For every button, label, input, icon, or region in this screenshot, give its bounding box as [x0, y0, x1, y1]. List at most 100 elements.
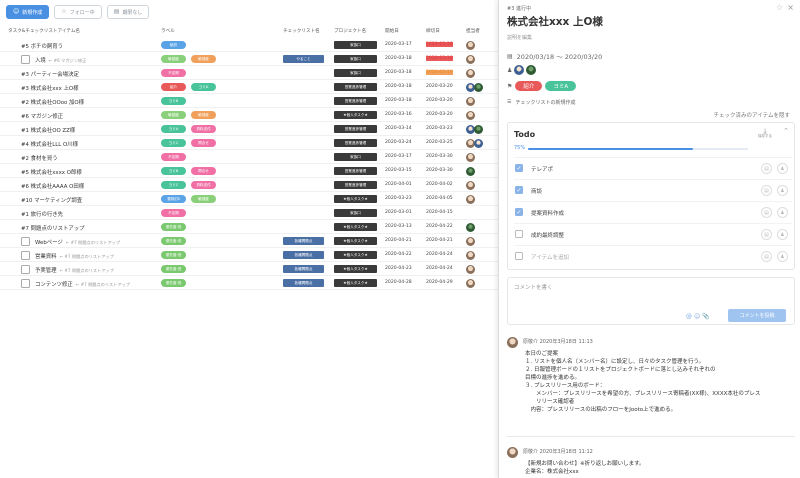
task-name[interactable]: 営業資料 ← #7 問題点のリストアップ: [35, 252, 114, 260]
label-chip[interactable]: ヨミA: [545, 81, 577, 91]
avatar[interactable]: [474, 138, 483, 148]
label-chip[interactable]: 不定期: [161, 153, 186, 161]
label-chip[interactable]: 問合せ: [191, 167, 216, 175]
task-name[interactable]: 入境 ← #6 マガジン修正: [35, 56, 86, 64]
avatar[interactable]: [466, 96, 475, 106]
task-name[interactable]: 予実管理 ← #7 問題点のリストアップ: [35, 266, 114, 274]
hide-checked-link[interactable]: チェック済みのアイテムを隠す: [714, 111, 790, 119]
table-row[interactable]: #5 株式会社xxxx O郎様 ヨミB 問合せ 営業進捗管理 2020-03-15 202…: [0, 164, 498, 178]
new-checklist-link[interactable]: ☰ チェックリストの新規作成: [507, 99, 576, 106]
task-name[interactable]: #7 問題点のリストアップ: [21, 224, 85, 232]
item-text[interactable]: アイテムを追加: [531, 253, 569, 261]
task-name[interactable]: #4 株式会社LLL O川様: [21, 140, 78, 148]
attach-icon[interactable]: 📎: [702, 313, 709, 320]
table-row[interactable]: #4 株式会社LLL O川様 ヨミC 問合せ 営業進捗管理 2020-03-24 2020…: [0, 136, 498, 150]
label-chip[interactable]: 資料送付: [191, 125, 216, 133]
label-chip[interactable]: 優先度:低: [161, 251, 186, 259]
table-row[interactable]: #1 株式会社OO ZZ様 ヨミA 資料送付 営業進捗管理 2020-03-14 2020…: [0, 122, 498, 136]
item-checkbox[interactable]: [21, 250, 30, 260]
emoji-icon[interactable]: ☺: [694, 313, 700, 320]
item-checkbox[interactable]: [515, 230, 523, 238]
avatar[interactable]: [466, 54, 475, 64]
task-name[interactable]: #1 旅行の行き先: [21, 210, 63, 218]
person-icon[interactable]: ♟: [777, 163, 788, 174]
label-chip[interactable]: 敏感度: [191, 195, 216, 203]
label-chip[interactable]: 優先度:低: [161, 237, 186, 245]
col-label[interactable]: ラベル: [161, 28, 175, 34]
avatar[interactable]: [466, 236, 475, 246]
task-title[interactable]: 株式会社xxx 上O様: [507, 14, 603, 29]
project-chip[interactable]: 家族口: [334, 209, 377, 217]
item-checkbox[interactable]: ✓: [515, 164, 523, 172]
checklist-title[interactable]: Todo: [514, 130, 535, 139]
table-row[interactable]: Webページ ← #7 問題点のリストアップ 優先度:低 各種問題点 ★個人タスク★ 20…: [0, 234, 498, 248]
checklist-chip[interactable]: 各種問題点: [283, 251, 324, 259]
avatar[interactable]: [466, 68, 475, 78]
col-due[interactable]: 締切日: [426, 28, 440, 34]
item-text[interactable]: 商談: [531, 187, 542, 195]
person-icon[interactable]: ♟: [777, 207, 788, 218]
project-chip[interactable]: 家族口: [334, 69, 377, 77]
avatar[interactable]: [466, 180, 475, 190]
task-name[interactable]: #6 株式会社AAAA O田様: [21, 182, 84, 190]
label-chip[interactable]: 紹介: [161, 83, 186, 91]
avatar[interactable]: [466, 194, 475, 204]
project-chip[interactable]: 営業進捗管理: [334, 97, 377, 105]
project-chip[interactable]: 家族口: [334, 153, 377, 161]
checklist-chip[interactable]: 各種問題点: [283, 279, 324, 287]
item-checkbox[interactable]: [21, 264, 30, 274]
task-name[interactable]: #6 マガジン修正: [21, 112, 63, 120]
new-task-button[interactable]: ☺ 新規作成: [6, 5, 50, 19]
table-row[interactable]: 入境 ← #6 マガジン修正 敏感度 敏感度 やること 家族口 2020-03-18 2020…: [0, 52, 498, 66]
item-checkbox[interactable]: [515, 252, 523, 260]
label-chip[interactable]: 不定期: [161, 209, 186, 217]
task-name[interactable]: #3 パーティー会場決定: [21, 70, 79, 78]
avatar[interactable]: [466, 166, 475, 176]
project-chip[interactable]: ★個人タスク★: [334, 265, 377, 273]
following-filter-button[interactable]: ☆ フォロー中: [54, 5, 102, 19]
label-chip[interactable]: 敏感度: [191, 111, 216, 119]
checklist-item[interactable]: ✓ テレアポ ▤ ♟: [514, 157, 792, 179]
item-checkbox[interactable]: ✓: [515, 186, 523, 194]
checklist-chip[interactable]: 各種問題点: [283, 237, 324, 245]
calendar-icon[interactable]: ▤: [761, 185, 772, 196]
project-chip[interactable]: 営業進捗管理: [334, 167, 377, 175]
calendar-icon[interactable]: ▤: [761, 163, 772, 174]
item-text[interactable]: 提案資料作成: [531, 209, 564, 217]
task-name[interactable]: #10 マーケティング調査: [21, 196, 82, 204]
table-row[interactable]: #7 問題点のリストアップ 優先度:低 ★個人タスク★ 2020-03-13 2020-…: [0, 220, 498, 234]
table-row[interactable]: #10 マーケティング調査 要検討Ⅱ 敏感度 ★個人タスク★ 2020-03-23 202…: [0, 192, 498, 206]
table-row[interactable]: 営業資料 ← #7 問題点のリストアップ 優先度:低 各種問題点 ★個人タスク★ 2020…: [0, 248, 498, 262]
project-chip[interactable]: 家族口: [334, 41, 377, 49]
avatar[interactable]: [466, 40, 475, 50]
task-name[interactable]: #2 株式会社OOoo 加O様: [21, 98, 84, 106]
avatar[interactable]: [526, 65, 537, 75]
col-project[interactable]: プロジェクト名: [334, 28, 366, 34]
label-chip[interactable]: 優先度:低: [161, 279, 186, 287]
avatar[interactable]: [466, 250, 475, 260]
avatar[interactable]: [474, 124, 483, 134]
table-row[interactable]: コンテンツ修正 ← #7 問題点のリストアップ 優先度:低 各種問題点 ★個人タスク★ 2…: [0, 276, 498, 290]
calendar-icon[interactable]: ▤: [761, 251, 772, 262]
item-checkbox[interactable]: [21, 278, 30, 288]
label-chip[interactable]: 紹介: [515, 81, 543, 91]
project-chip[interactable]: 営業進捗管理: [334, 83, 377, 91]
project-chip[interactable]: 営業進捗管理: [334, 139, 377, 147]
label-chip[interactable]: 資料送付: [191, 181, 216, 189]
avatar[interactable]: [514, 65, 525, 75]
person-icon[interactable]: ♟: [777, 251, 788, 262]
avatar[interactable]: [466, 110, 475, 120]
table-row[interactable]: #5 ボチの飼育う 秘訳 家族口 2020-03-17 2020-03-18: [0, 38, 498, 52]
checklist-chip[interactable]: やること: [283, 55, 324, 63]
item-text[interactable]: 成約最終調整: [531, 231, 564, 239]
star-icon[interactable]: ☆: [776, 3, 783, 12]
label-chip[interactable]: ヨミC: [161, 139, 186, 147]
avatar[interactable]: [466, 222, 475, 232]
date-range[interactable]: ▤ 2020/03/18 〜 2020/03/20: [507, 51, 602, 62]
avatar[interactable]: [466, 152, 475, 162]
avatar[interactable]: [466, 264, 475, 274]
label-chip[interactable]: ヨミB: [161, 167, 186, 175]
avatar[interactable]: [466, 278, 475, 288]
project-chip[interactable]: ★個人タスク★: [334, 111, 377, 119]
project-chip[interactable]: ★個人タスク★: [334, 223, 377, 231]
